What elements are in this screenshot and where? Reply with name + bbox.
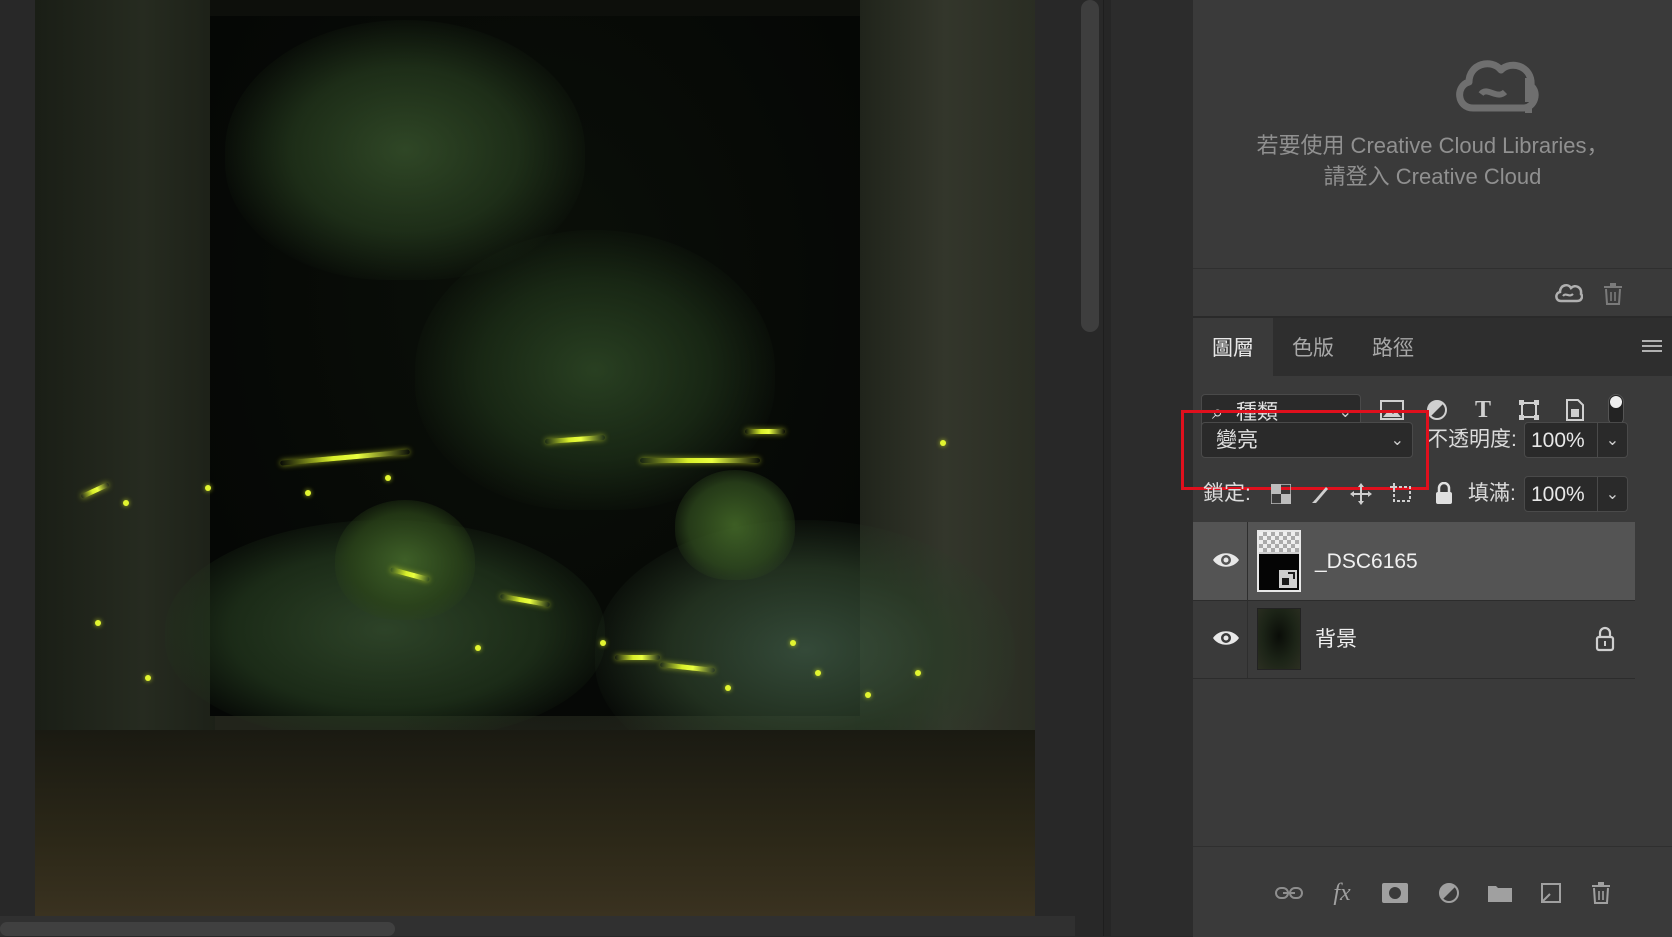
firefly [475, 645, 481, 651]
layer-row[interactable]: 背景 [1193, 600, 1635, 679]
firefly [305, 490, 311, 496]
document-image [35, 0, 1035, 916]
firefly [123, 500, 129, 506]
firefly-trail [615, 655, 660, 660]
libraries-message-line1: 若要使用 Creative Cloud Libraries， [1256, 133, 1609, 158]
trash-icon[interactable] [1602, 282, 1624, 306]
visibility-eye-icon[interactable] [1211, 548, 1241, 572]
firefly [725, 685, 731, 691]
fill-label: 填滿: [1468, 482, 1516, 505]
libraries-panel: 若要使用 Creative Cloud Libraries， 請登入 Creat… [1193, 0, 1672, 318]
libraries-signin-message: 若要使用 Creative Cloud Libraries， 請登入 Creat… [1193, 130, 1672, 192]
firefly [790, 640, 796, 646]
layer-thumbnail-background[interactable] [1257, 608, 1301, 670]
tab-paths[interactable]: 路徑 [1353, 318, 1433, 376]
panel-tabs: 圖層 色版 路徑 [1193, 318, 1672, 376]
fill-dropdown-button[interactable]: ⌄ [1598, 476, 1628, 512]
layer-lock-icon [1595, 626, 1615, 652]
creative-cloud-icon[interactable] [1553, 281, 1583, 305]
document-canvas[interactable] [0, 0, 1110, 936]
forest-floor [35, 730, 1035, 916]
firefly [145, 675, 151, 681]
firefly [600, 640, 606, 646]
libraries-footer [1193, 268, 1672, 317]
layer-name[interactable]: _DSC6165 [1315, 522, 1418, 602]
vertical-scroll-thumb[interactable] [1081, 0, 1099, 332]
adjustment-icon[interactable] [1433, 877, 1465, 909]
tab-layers[interactable]: 圖層 [1193, 318, 1273, 376]
new-layer-icon[interactable] [1535, 877, 1567, 909]
right-panel-dock: 若要使用 Creative Cloud Libraries， 請登入 Creat… [1111, 0, 1672, 937]
firefly-trail [640, 458, 760, 463]
layers-panel: 圖層 色版 路徑 ⌕ 種類 ⌄ T 變亮 ⌄ 不透明度: 100% ⌄ 鎖定: … [1181, 318, 1672, 937]
trash-icon[interactable] [1585, 877, 1617, 909]
lock-position-icon[interactable] [1346, 479, 1376, 509]
leaf-foliage [335, 500, 475, 620]
tab-channels[interactable]: 色版 [1273, 318, 1353, 376]
firefly [95, 620, 101, 626]
firefly [205, 485, 211, 491]
fill-input[interactable]: 100% [1524, 476, 1598, 512]
opacity-input[interactable]: 100% [1524, 422, 1598, 458]
leaf-foliage [675, 470, 795, 580]
firefly [815, 670, 821, 676]
fern-foliage [415, 230, 775, 510]
lock-transparent-pixels-icon[interactable] [1266, 479, 1296, 509]
smart-object-badge-icon [1279, 570, 1297, 588]
horizontal-scroll-thumb[interactable] [0, 922, 395, 936]
layer-row[interactable]: _DSC6165 [1193, 522, 1635, 601]
firefly-trail [745, 429, 785, 434]
eye-column-divider [1247, 522, 1248, 600]
visibility-eye-icon[interactable] [1211, 626, 1241, 650]
firefly [385, 475, 391, 481]
lock-fill-row: 鎖定: 填滿: 100% ⌄ [1193, 476, 1672, 516]
link-icon[interactable] [1273, 877, 1305, 909]
panel-menu-icon[interactable] [1640, 336, 1664, 356]
creative-cloud-alert-icon [1456, 60, 1539, 113]
transparency-checker [1259, 532, 1299, 552]
firefly [915, 670, 921, 676]
libraries-message-line2: 請登入 Creative Cloud [1323, 164, 1542, 189]
layer-name[interactable]: 背景 [1315, 600, 1357, 680]
doorway-lintel [210, 0, 860, 16]
folder-icon[interactable] [1484, 877, 1516, 909]
layers-bottom-bar: fx [1193, 846, 1672, 937]
mask-icon[interactable] [1379, 877, 1411, 909]
firefly [940, 440, 946, 446]
firefly [865, 692, 871, 698]
fx-icon[interactable]: fx [1326, 877, 1358, 909]
lock-label: 鎖定: [1203, 482, 1251, 505]
opacity-dropdown-button[interactable]: ⌄ [1598, 422, 1628, 458]
layer-thumbnail-smart-object[interactable] [1257, 530, 1301, 592]
opacity-label: 不透明度: [1427, 428, 1517, 451]
lock-image-pixels-icon[interactable] [1306, 479, 1336, 509]
lock-all-icon[interactable] [1429, 479, 1459, 509]
eye-column-divider [1247, 600, 1248, 678]
lock-artboard-icon[interactable] [1387, 479, 1417, 509]
